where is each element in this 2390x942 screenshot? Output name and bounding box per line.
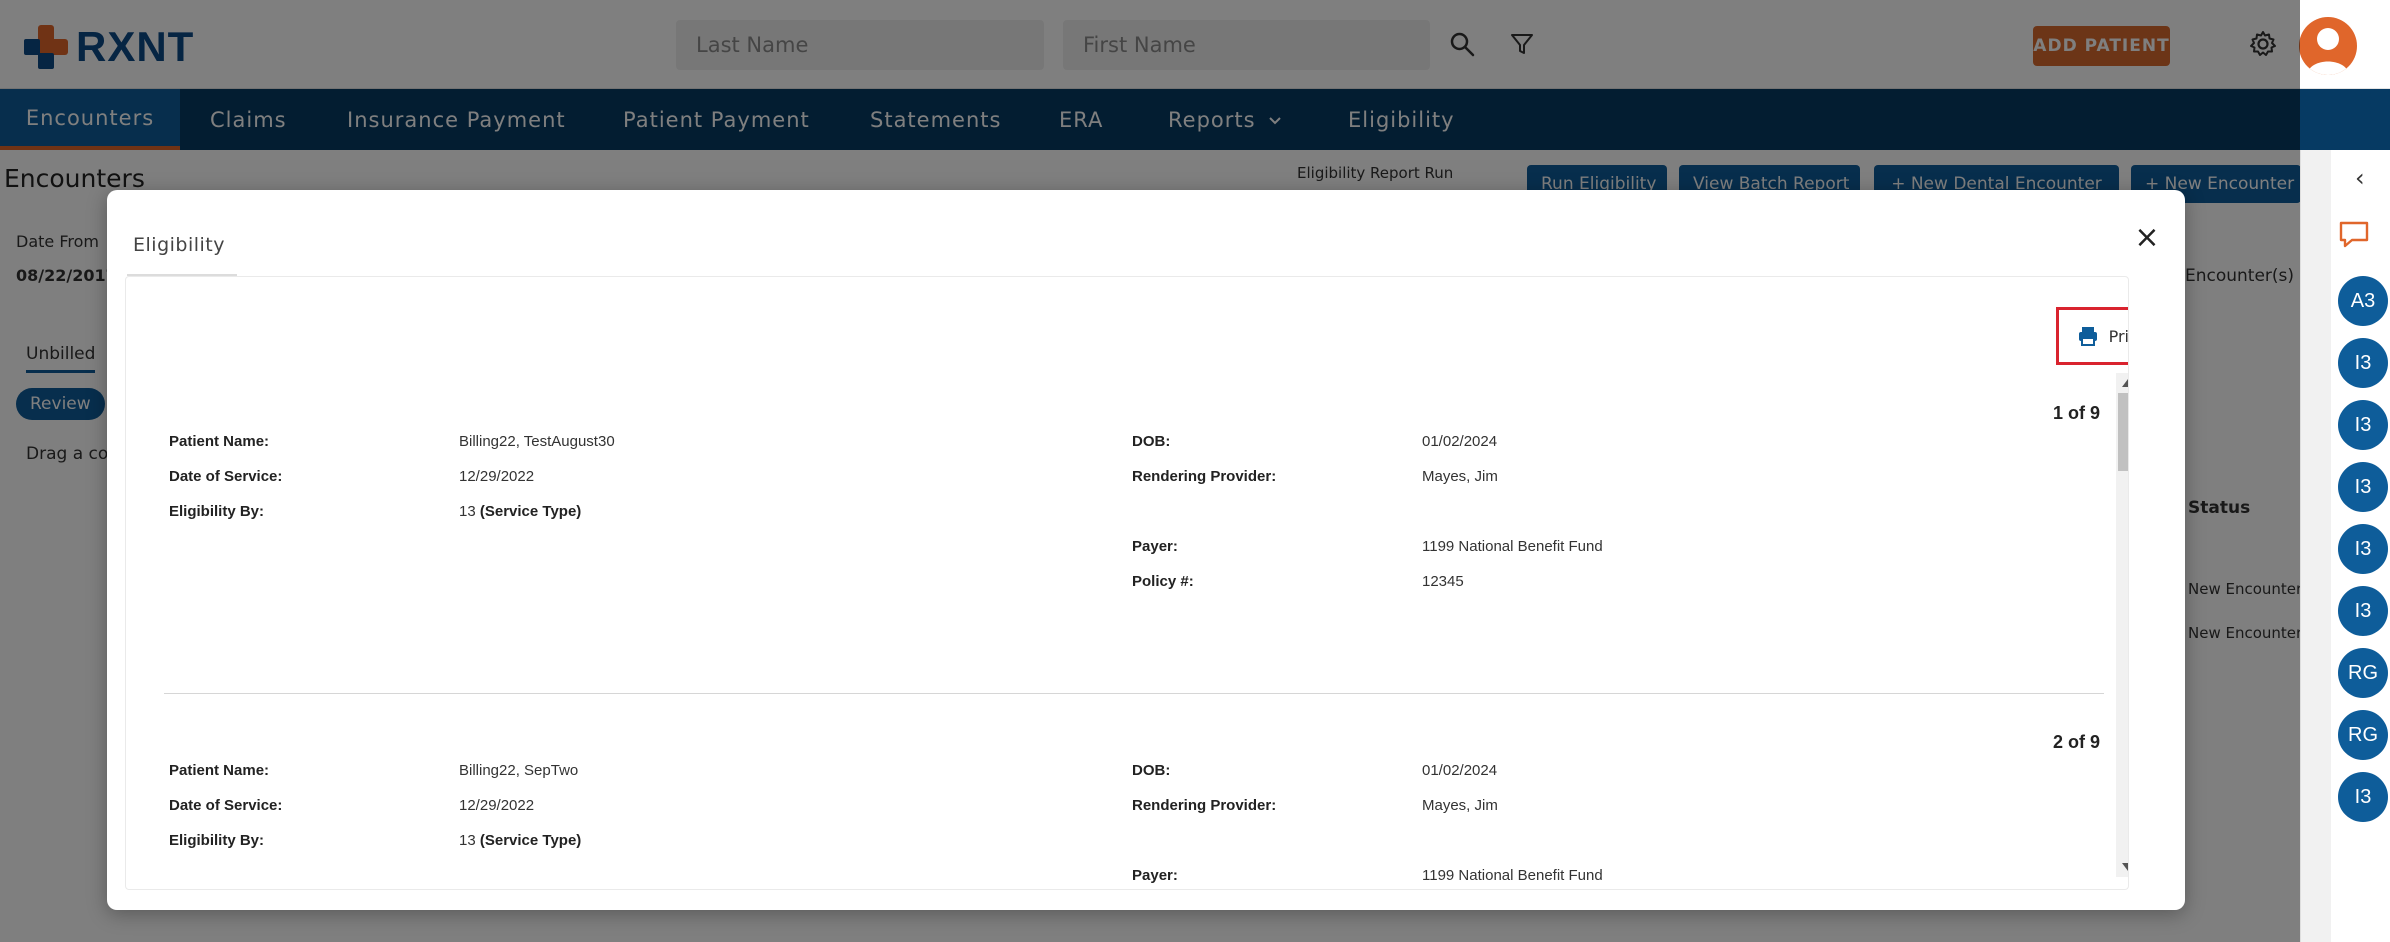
chat-icon[interactable] <box>2338 220 2370 254</box>
eligibility-by-code: 13 <box>459 503 476 520</box>
scroll-up-arrow-icon[interactable] <box>2122 379 2128 387</box>
print-button[interactable]: Print <box>2056 307 2129 365</box>
rail-user-badge[interactable]: I3 <box>2338 462 2388 512</box>
eligibility-by-value: 13 (Service Type) <box>459 503 581 520</box>
eligibility-report-panel: Print 1 of 9 Patient Name: Billing22, Te… <box>125 276 2129 890</box>
policy-label: Policy #: <box>1132 573 1194 590</box>
dos-label: Date of Service: <box>169 797 283 814</box>
printer-icon <box>2078 327 2097 346</box>
rail-user-badge[interactable]: A3 <box>2338 276 2388 326</box>
eligibility-by-type: (Service Type) <box>479 503 582 520</box>
rendering-provider-value: Mayes, Jim <box>1422 468 1498 485</box>
eligibility-by-label: Eligibility By: <box>169 503 265 520</box>
rendering-provider-label: Rendering Provider: <box>1132 797 1277 814</box>
user-silhouette-icon <box>2307 28 2349 75</box>
rail-scroll-track <box>2301 150 2331 942</box>
dos-label: Date of Service: <box>169 468 283 485</box>
eligibility-by-value: 13 (Service Type) <box>459 832 581 849</box>
rail-user-badge[interactable]: RG <box>2338 648 2388 698</box>
dob-label: DOB: <box>1132 762 1171 779</box>
dob-value: 01/02/2024 <box>1422 762 1498 779</box>
modal-tab-eligibility[interactable]: Eligibility <box>133 234 225 256</box>
report-scrollbar[interactable] <box>2116 373 2128 877</box>
rendering-provider-value: Mayes, Jim <box>1422 797 1498 814</box>
patient-name-label: Patient Name: <box>169 433 270 450</box>
eligibility-modal: Eligibility × Print 1 of 9 Patient Name:… <box>107 190 2185 910</box>
dos-value: 12/29/2022 <box>459 797 535 814</box>
patient-name-value: Billing22, TestAugust30 <box>459 433 615 450</box>
payer-label: Payer: <box>1132 538 1178 555</box>
record-counter: 1 of 9 <box>2053 403 2101 423</box>
payer-label: Payer: <box>1132 867 1178 884</box>
rail-user-badge[interactable]: I3 <box>2338 524 2388 574</box>
payer-value: 1199 National Benefit Fund <box>1422 867 1603 884</box>
policy-value: 12345 <box>1422 573 1464 590</box>
close-icon[interactable]: × <box>2129 220 2165 256</box>
dob-value: 01/02/2024 <box>1422 433 1498 450</box>
right-rail: ‹ A3 I3 I3 I3 I3 I3 RG RG I3 <box>2300 150 2390 942</box>
rail-user-badge[interactable]: I3 <box>2338 338 2388 388</box>
rendering-provider-label: Rendering Provider: <box>1132 468 1277 485</box>
rail-user-badge[interactable]: I3 <box>2338 772 2388 822</box>
chevron-left-icon[interactable]: ‹ <box>2355 164 2365 192</box>
record-divider <box>164 693 2104 694</box>
eligibility-by-label: Eligibility By: <box>169 832 265 849</box>
print-label: Print <box>2108 326 2129 346</box>
patient-name-value: Billing22, SepTwo <box>459 762 579 779</box>
scroll-down-arrow-icon[interactable] <box>2122 863 2128 871</box>
patient-name-label: Patient Name: <box>169 762 270 779</box>
dob-label: DOB: <box>1132 433 1171 450</box>
rail-user-badge[interactable]: RG <box>2338 710 2388 760</box>
eligibility-by-code: 13 <box>459 832 476 849</box>
rail-user-badge[interactable]: I3 <box>2338 400 2388 450</box>
user-avatar[interactable] <box>2299 17 2357 75</box>
payer-value: 1199 National Benefit Fund <box>1422 538 1603 555</box>
record-counter: 2 of 9 <box>2053 732 2101 752</box>
rail-user-badge[interactable]: I3 <box>2338 586 2388 636</box>
dos-value: 12/29/2022 <box>459 468 535 485</box>
eligibility-by-type: (Service Type) <box>479 832 582 849</box>
scrollbar-thumb[interactable] <box>2118 393 2128 471</box>
